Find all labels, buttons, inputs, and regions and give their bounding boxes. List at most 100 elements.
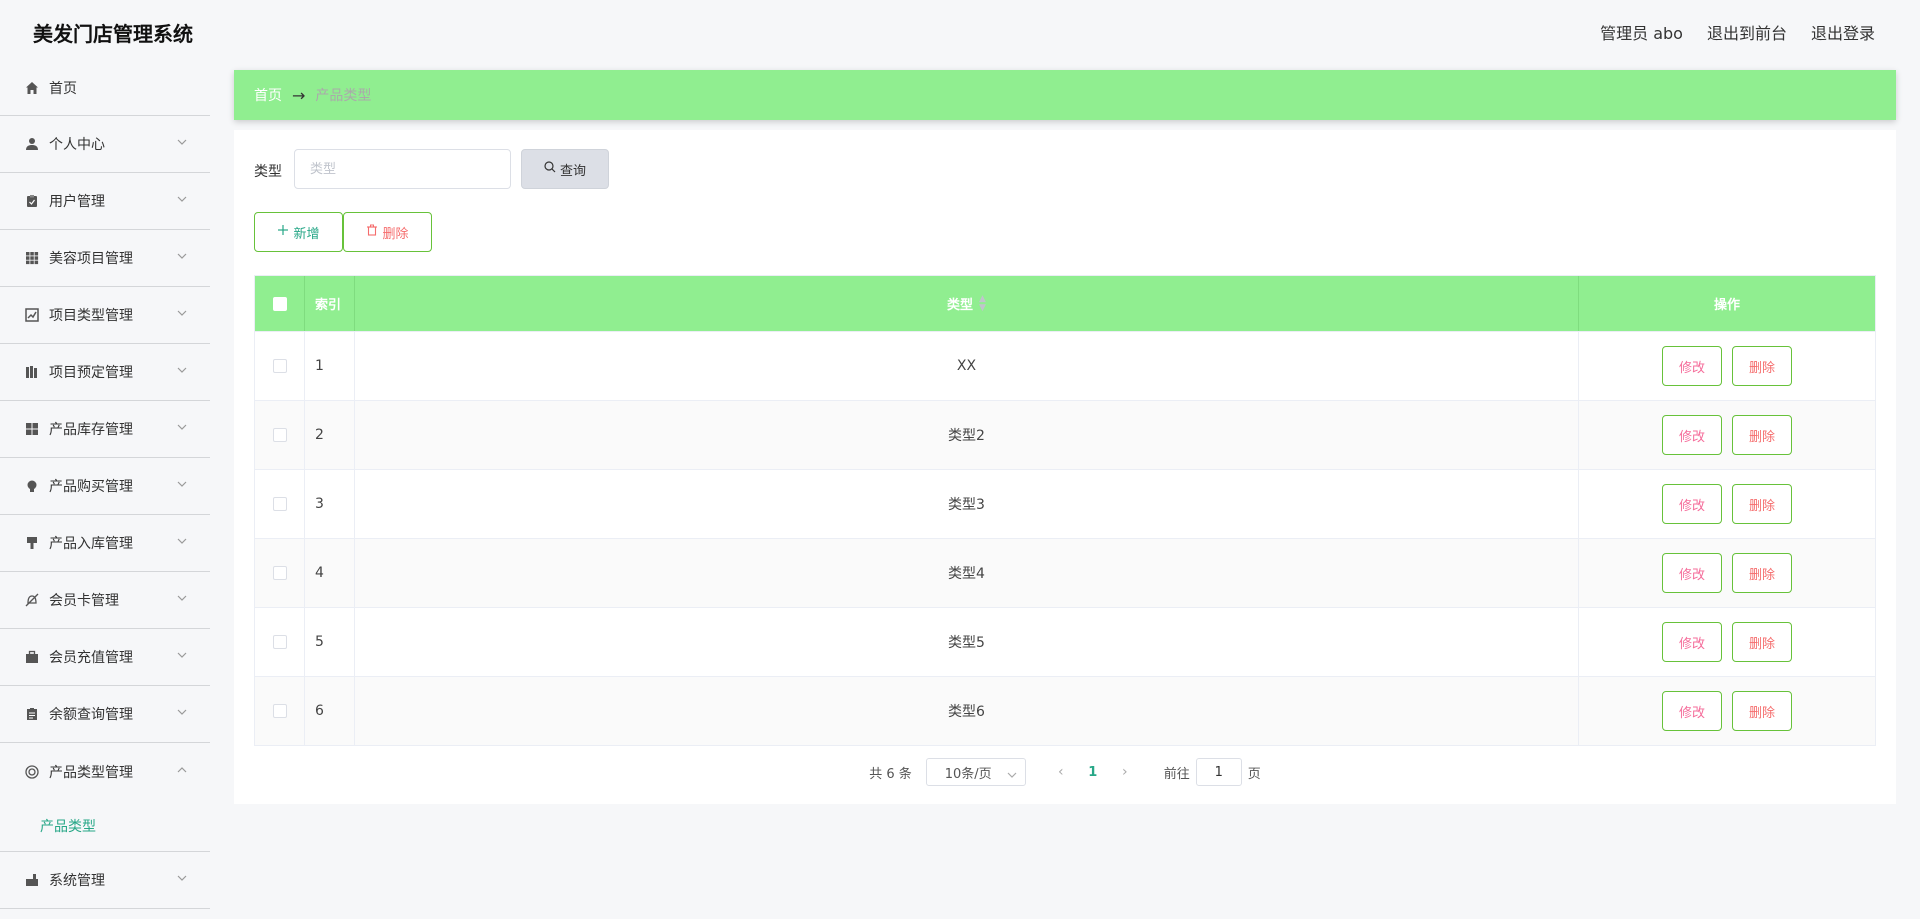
chevron-down-icon [176,592,188,604]
sidebar-item-product-type-management[interactable]: 产品类型管理 [0,743,210,800]
goto-label: 前往 [1163,766,1190,782]
chevron-down-icon [176,649,188,661]
sidebar-item-label: 会员卡管理 [49,593,119,609]
cell-index: 3 [305,470,355,538]
cell-type: 类型4 [355,539,1579,607]
chevron-down-icon [176,478,188,490]
admin-user-label[interactable]: 管理员 abo [1600,20,1683,44]
edit-button[interactable]: 修改 [1662,415,1722,455]
user-icon [24,136,40,152]
sidebar-item-product-purchase[interactable]: 产品购买管理 [0,458,210,515]
grid-icon [24,250,40,266]
prev-page-button[interactable]: ‹ [1046,764,1076,780]
breadcrumb-home-link[interactable]: 首页 [254,85,282,105]
table-row: 3 类型3 修改 删除 [255,469,1875,538]
goto-page-input[interactable] [1195,758,1242,786]
edit-button[interactable]: 修改 [1662,484,1722,524]
chevron-down-icon [176,193,188,205]
batch-delete-label: 删除 [382,226,409,242]
type-search-input[interactable] [294,149,511,189]
chevron-down-icon [176,535,188,547]
header-type-label: 类型 [947,298,974,313]
row-checkbox[interactable] [272,566,287,580]
delete-button[interactable]: 删除 [1732,691,1792,731]
page-number-current[interactable]: 1 [1076,765,1110,780]
row-checkbox[interactable] [272,704,287,718]
sidebar-item-label: 余额查询管理 [49,707,133,723]
table-row: 1 XX 修改 删除 [255,331,1875,400]
pagination: 共 6 条 10条/页 ‹ 1 › 前往 页 [234,758,1896,786]
table-row: 5 类型5 修改 删除 [255,607,1875,676]
add-button[interactable]: 新增 [254,212,343,252]
sidebar-item-label: 项目类型管理 [49,308,133,324]
sidebar-item-label: 个人中心 [49,137,105,153]
chevron-down-icon [176,872,188,884]
table-row: 4 类型4 修改 删除 [255,538,1875,607]
edit-button[interactable]: 修改 [1662,346,1722,386]
logout-link[interactable]: 退出登录 [1811,20,1875,44]
delete-button[interactable]: 删除 [1732,553,1792,593]
next-page-button[interactable]: › [1110,764,1140,780]
apps-icon [24,421,40,437]
cell-type: XX [355,332,1579,400]
cell-index: 6 [305,677,355,745]
delete-button[interactable]: 删除 [1732,484,1792,524]
sidebar-item-project-type[interactable]: 项目类型管理 [0,287,210,344]
row-checkbox[interactable] [272,359,287,373]
books-icon [24,364,40,380]
header-type[interactable]: 类型 ▲ ▼ [355,276,1579,331]
brush-icon [24,535,40,551]
edit-button[interactable]: 修改 [1662,622,1722,662]
edit-button[interactable]: 修改 [1662,553,1722,593]
delete-button[interactable]: 删除 [1732,346,1792,386]
select-all-checkbox[interactable] [272,296,287,311]
sidebar-item-label: 用户管理 [49,194,105,210]
delete-button[interactable]: 删除 [1732,415,1792,455]
cell-type: 类型5 [355,608,1579,676]
sidebar-item-home[interactable]: 首页 [0,60,210,116]
sidebar: 首页 个人中心 用户管理 美容项目管理 项目类型管理 项目预定管理 产品库存管理… [0,60,210,909]
table-row: 2 类型2 修改 删除 [255,400,1875,469]
sort-icon[interactable]: ▲ ▼ [979,294,986,313]
sidebar-item-label: 项目预定管理 [49,365,133,381]
sidebar-item-label: 产品入库管理 [49,536,133,552]
sidebar-subitem-product-type[interactable]: 产品类型 [0,800,210,852]
delete-button[interactable]: 删除 [1732,622,1792,662]
trash-icon [366,224,378,240]
sidebar-item-beauty-project[interactable]: 美容项目管理 [0,230,210,287]
sidebar-item-member-card[interactable]: 会员卡管理 [0,572,210,629]
back-to-frontend-link[interactable]: 退出到前台 [1707,20,1787,44]
page-size-select[interactable]: 10条/页 [925,758,1026,786]
chevron-down-icon [176,307,188,319]
chevron-down-icon [176,364,188,376]
chart-icon [24,307,40,323]
row-checkbox[interactable] [272,428,287,442]
lifebuoy-icon [24,764,40,780]
chevron-down-icon [176,421,188,433]
sidebar-item-product-stock[interactable]: 产品库存管理 [0,401,210,458]
sidebar-item-balance-query[interactable]: 余额查询管理 [0,686,210,743]
sidebar-item-user-management[interactable]: 用户管理 [0,173,210,230]
add-button-label: 新增 [293,226,320,242]
plus-icon [277,224,289,240]
clipboard-icon [24,193,40,209]
batch-delete-button[interactable]: 删除 [343,212,432,252]
row-checkbox[interactable] [272,635,287,649]
page-size-value: 10条/页 [944,766,992,782]
sidebar-item-system-management[interactable]: 系统管理 [0,852,210,909]
sidebar-item-project-booking[interactable]: 项目预定管理 [0,344,210,401]
sidebar-item-label: 会员充值管理 [49,650,133,666]
sidebar-item-personal-center[interactable]: 个人中心 [0,116,210,173]
document-icon [24,706,40,722]
cell-index: 1 [305,332,355,400]
search-button-label: 查询 [559,163,586,179]
row-checkbox[interactable] [272,497,287,511]
sidebar-item-member-recharge[interactable]: 会员充值管理 [0,629,210,686]
sidebar-item-product-inbound[interactable]: 产品入库管理 [0,515,210,572]
header-ops: 操作 [1713,298,1740,313]
edit-button[interactable]: 修改 [1662,691,1722,731]
search-icon [544,161,556,177]
bell-off-icon [24,592,40,608]
bulb-icon [24,478,40,494]
search-button[interactable]: 查询 [521,149,609,189]
